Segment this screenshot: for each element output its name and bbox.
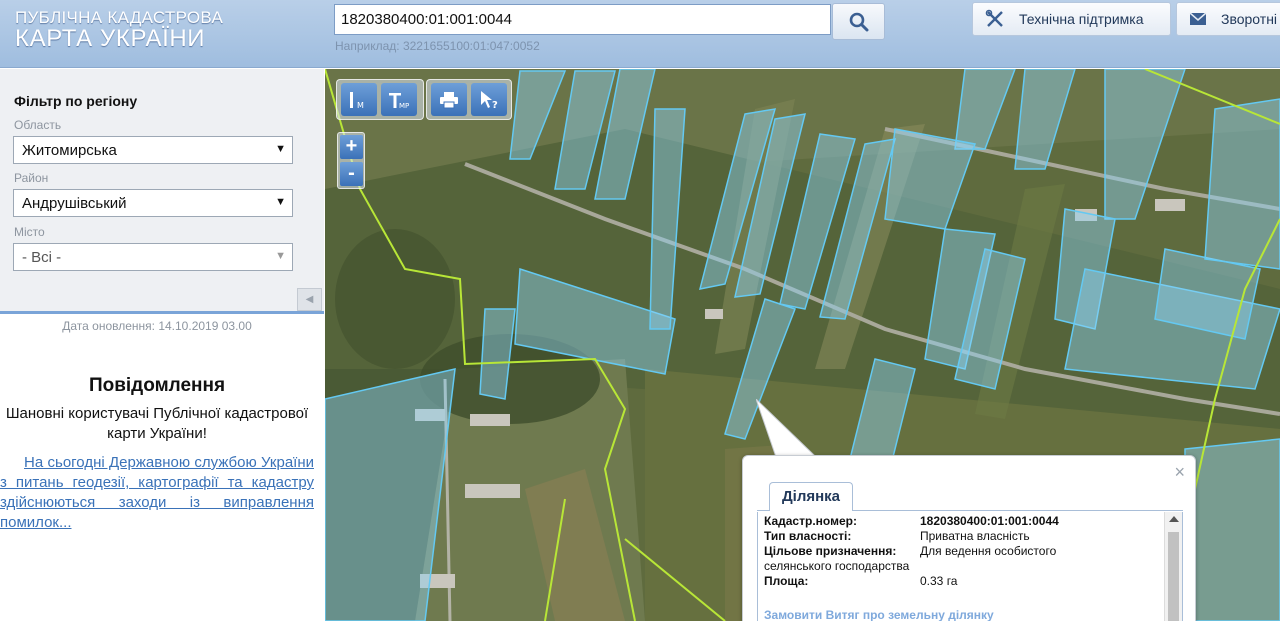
- feedback-label: Зворотні: [1221, 11, 1278, 27]
- search-button[interactable]: [832, 3, 885, 40]
- region-label: Область: [14, 118, 62, 132]
- logo-line1: ПУБЛІЧНА КАДАСТРОВА: [15, 8, 224, 27]
- notice-text: Шановні користувачі Публічної кадастрово…: [5, 405, 309, 442]
- row-value: 0.33 га: [920, 574, 958, 588]
- tools-icon: [985, 9, 1005, 29]
- notice-title: Повідомлення: [88, 375, 226, 396]
- identify-icon[interactable]: ?: [471, 83, 507, 116]
- feedback-button[interactable]: Зворотні: [1176, 2, 1280, 36]
- row-purpose: Цільове призначення: Для ведення особисто…: [764, 544, 1094, 574]
- svg-text:M: M: [357, 101, 364, 110]
- zoom-out-button[interactable]: -: [340, 162, 363, 186]
- ruler-area-icon[interactable]: MP: [381, 83, 417, 116]
- zoom-control: + -: [337, 132, 365, 189]
- dropdown-arrow-icon: ▼: [275, 250, 286, 262]
- update-date: Дата оновлення: 14.10.2019 03.00: [62, 319, 252, 333]
- region-value: Житомирська: [22, 142, 117, 159]
- print-icon[interactable]: [431, 83, 467, 116]
- collapse-sidebar-button[interactable]: ◀: [297, 288, 322, 311]
- city-value: - Всі -: [22, 249, 62, 266]
- city-select[interactable]: - Всі - ▼: [13, 243, 293, 271]
- row-key: Тип власності:: [764, 529, 852, 543]
- district-label: Район: [14, 171, 49, 185]
- close-icon[interactable]: ×: [1174, 463, 1185, 481]
- print-toolbar: ?: [426, 79, 512, 120]
- envelope-icon: [1189, 12, 1207, 26]
- dropdown-arrow-icon: ▼: [275, 196, 286, 208]
- row-value: Приватна власність: [920, 529, 1030, 543]
- scroll-thumb[interactable]: [1168, 532, 1179, 621]
- row-area: Площа: 0.33 га: [764, 574, 957, 589]
- support-button[interactable]: Технічна підтримка: [972, 2, 1171, 36]
- logo-line2: КАРТА УКРАЇНИ: [15, 25, 206, 52]
- dropdown-arrow-icon: ▼: [275, 143, 286, 155]
- map-view[interactable]: M MP ? + - × Ділянка Кадастр.номер: 18203…: [325, 69, 1280, 621]
- search-icon: [849, 12, 868, 31]
- filter-title: Фільтр по регіону: [14, 93, 138, 109]
- district-select[interactable]: Андрушівський ▼: [13, 189, 293, 217]
- search-example: Наприклад: 3221655100:01:047:0052: [335, 39, 540, 53]
- region-select[interactable]: Житомирська ▼: [13, 136, 293, 164]
- district-value: Андрушівський: [22, 195, 127, 212]
- row-key: Кадастр.номер:: [764, 514, 857, 528]
- region-filter-panel: Фільтр по регіону Область Житомирська ▼ …: [0, 69, 324, 314]
- sidebar: Фільтр по регіону Область Житомирська ▼ …: [0, 69, 325, 621]
- svg-text:?: ?: [492, 100, 498, 110]
- support-label: Технічна підтримка: [1019, 11, 1144, 27]
- city-label: Місто: [14, 225, 45, 239]
- popup-scrollbar[interactable]: [1164, 512, 1182, 621]
- row-cadastral-number: Кадастр.номер: 1820380400:01:001:0044: [764, 514, 1059, 529]
- order-extract-link[interactable]: Замовити Витяг про земельну ділянку: [764, 608, 994, 621]
- ruler-meters-icon[interactable]: M: [341, 83, 377, 116]
- popup-tail: [756, 399, 816, 458]
- logo[interactable]: ПУБЛІЧНА КАДАСТРОВА КАРТА УКРАЇНИ: [15, 9, 223, 51]
- zoom-in-button[interactable]: +: [340, 135, 363, 159]
- row-value: 1820380400:01:001:0044: [920, 514, 1059, 528]
- notice-link[interactable]: На сьогодні Державною службою України з …: [0, 453, 314, 533]
- scroll-up-icon[interactable]: [1169, 516, 1179, 522]
- row-ownership-type: Тип власності: Приватна власність: [764, 529, 1030, 544]
- search-input[interactable]: [334, 4, 831, 35]
- row-key: Цільове призначення:: [764, 544, 897, 558]
- row-key: Площа:: [764, 574, 809, 588]
- chevron-left-icon: ◀: [305, 294, 314, 305]
- svg-text:MP: MP: [399, 102, 409, 110]
- tab-parcel[interactable]: Ділянка: [769, 482, 853, 511]
- parcel-info-popup: × Ділянка Кадастр.номер: 1820380400:01:00…: [742, 455, 1196, 621]
- header: ПУБЛІЧНА КАДАСТРОВА КАРТА УКРАЇНИ Наприк…: [0, 0, 1280, 68]
- parcel-details: Кадастр.номер: 1820380400:01:001:0044 Тип…: [757, 512, 1183, 621]
- measure-toolbar: M MP: [336, 79, 424, 120]
